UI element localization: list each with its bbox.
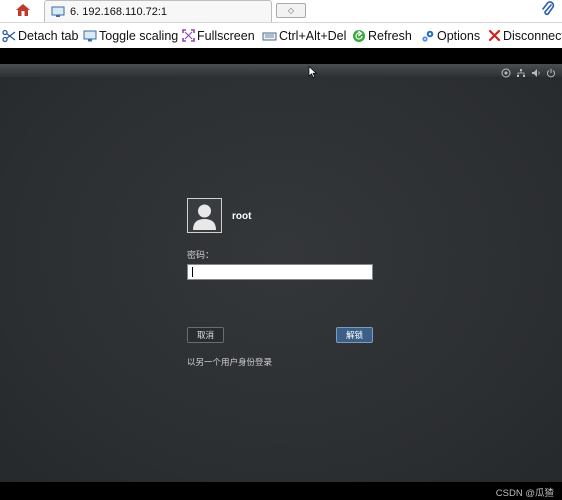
toggle-scaling-button[interactable]: Toggle scaling: [83, 24, 178, 48]
disconnect-label: Disconnect: [503, 28, 562, 43]
viewer-border: [0, 48, 562, 64]
browser-tab-bar: 6. 192.168.110.72:1 ◇: [0, 0, 562, 22]
toggle-scaling-label: Toggle scaling: [99, 28, 179, 43]
user-avatar: [187, 198, 222, 233]
password-field[interactable]: [187, 264, 373, 280]
fullscreen-button[interactable]: Fullscreen: [182, 24, 255, 48]
switch-user-link[interactable]: 以另一个用户身份登录: [187, 356, 272, 368]
ctrl-alt-del-label: Ctrl+Alt+Del: [279, 28, 347, 43]
keyboard-icon: [262, 32, 277, 40]
network-icon[interactable]: [516, 65, 526, 77]
new-tab-button[interactable]: ◇: [276, 3, 306, 18]
viewer-bottom-border: [0, 482, 562, 500]
monitor-icon: [51, 6, 65, 17]
unlock-button[interactable]: 解锁: [336, 327, 373, 343]
detach-tab-label: Detach tab: [18, 28, 79, 43]
accessibility-icon[interactable]: [501, 65, 511, 78]
mouse-cursor-icon: [308, 66, 317, 78]
options-label: Options: [437, 28, 481, 43]
gear-icon: [422, 30, 434, 42]
home-button[interactable]: [8, 0, 38, 20]
remote-desktop-screen[interactable]: root 密码： 取消 解锁 以另一个用户身份登录: [0, 64, 562, 482]
system-tray: [501, 65, 556, 78]
watermark-text: CSDN @瓜猹: [495, 488, 554, 499]
home-icon: [16, 4, 30, 16]
user-silhouette-icon: [193, 204, 216, 230]
password-label: 密码：: [187, 250, 215, 260]
power-icon[interactable]: [546, 65, 556, 78]
refresh-icon: [353, 29, 365, 42]
cancel-button[interactable]: 取消: [187, 327, 224, 343]
text-caret: [192, 267, 193, 277]
disconnect-button[interactable]: Disconnect: [488, 24, 562, 48]
volume-icon[interactable]: [531, 65, 541, 77]
ctrl-alt-del-button[interactable]: Ctrl+Alt+Del: [262, 24, 346, 48]
diamond-icon: ◇: [287, 6, 295, 15]
tab-label: 6. 192.168.110.72:1: [70, 5, 168, 18]
refresh-button[interactable]: Refresh: [352, 24, 412, 48]
session-toolbar: Detach tab Toggle scaling Fullscreen Ctr…: [0, 22, 562, 48]
username-label: root: [232, 211, 252, 222]
monitor-scaling-icon: [83, 30, 97, 41]
remote-top-panel: [0, 64, 562, 78]
refresh-label: Refresh: [368, 28, 412, 43]
paperclip-icon[interactable]: [540, 1, 556, 19]
close-icon: [488, 29, 501, 42]
detach-tab-button[interactable]: Detach tab: [2, 24, 78, 48]
tab-remote-session[interactable]: 6. 192.168.110.72:1: [44, 0, 272, 22]
scissors-icon: [2, 29, 16, 42]
fullscreen-label: Fullscreen: [197, 28, 255, 43]
options-button[interactable]: Options: [421, 24, 480, 48]
fullscreen-icon: [182, 29, 195, 42]
